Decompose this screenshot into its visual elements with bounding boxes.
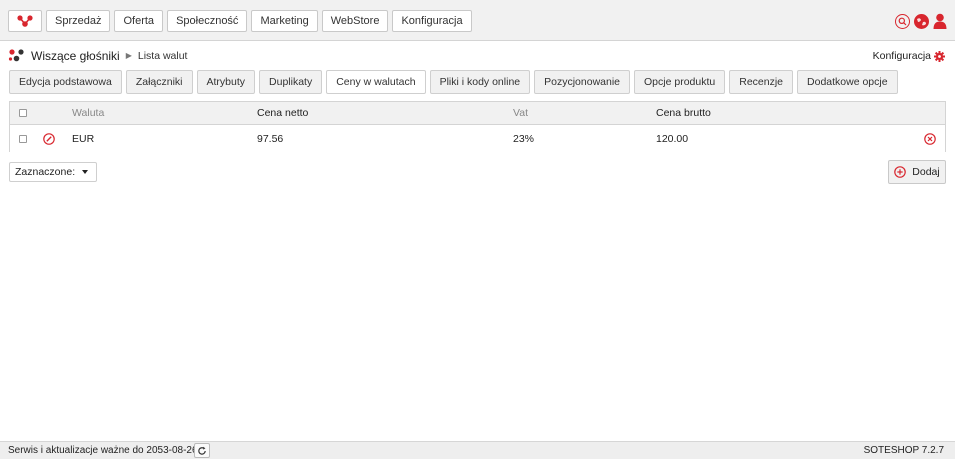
config-link-label: Konfiguracja: [872, 50, 931, 62]
version-label: SOTESHOP 7.2.7: [863, 445, 944, 456]
column-header-cena-brutto[interactable]: Cena brutto: [656, 102, 711, 124]
nav-oferta[interactable]: Oferta: [114, 10, 164, 32]
nav-marketing[interactable]: Marketing: [251, 10, 318, 32]
tab-zalaczniki[interactable]: Załączniki: [125, 70, 193, 94]
product-logo-icon: [8, 49, 24, 62]
refresh-icon: [198, 446, 206, 455]
table-row: EUR 97.56 23% 120.00: [10, 126, 945, 152]
tab-duplikaty[interactable]: Duplikaty: [259, 70, 323, 94]
nav-spolecznosc[interactable]: Społeczność: [167, 10, 248, 32]
selected-action-dropdown[interactable]: Zaznaczone:: [9, 162, 97, 182]
select-all-checkbox[interactable]: [19, 102, 27, 124]
user-icon[interactable]: [933, 13, 947, 29]
breadcrumb: Wiszące głośniki ▶ Lista walut: [8, 48, 187, 63]
soteshop-logo-icon: [17, 15, 33, 27]
top-icons: [895, 13, 947, 29]
column-header-waluta[interactable]: Waluta: [72, 102, 104, 124]
tab-edycja-podstawowa[interactable]: Edycja podstawowa: [9, 70, 122, 94]
cell-cena-netto: 97.56: [257, 133, 284, 145]
search-icon[interactable]: [895, 13, 910, 29]
tab-recenzje[interactable]: Recenzje: [729, 70, 794, 94]
tab-pozycjonowanie[interactable]: Pozycjonowanie: [534, 70, 631, 94]
footer: Serwis i aktualizacje ważne do 2053-08-2…: [0, 441, 955, 459]
nav-webstore[interactable]: WebStore: [321, 10, 389, 32]
nav-sprzedaz[interactable]: Sprzedaż: [46, 10, 111, 32]
product-tabs: Edycja podstawowa Załączniki Atrybuty Du…: [9, 70, 898, 94]
edit-icon[interactable]: [43, 126, 55, 152]
chevron-down-icon: [82, 170, 88, 174]
cell-waluta: EUR: [72, 133, 95, 145]
top-bar: Sprzedaż Oferta Społeczność Marketing We…: [0, 0, 955, 41]
currency-table: Waluta Cena netto Vat Cena brutto EUR 97…: [9, 101, 946, 152]
service-validity-text: Serwis i aktualizacje ważne do 2053-08-2…: [8, 445, 198, 456]
column-header-cena-netto[interactable]: Cena netto: [257, 102, 308, 124]
breadcrumb-product[interactable]: Wiszące głośniki: [31, 49, 120, 63]
selected-action-label: Zaznaczone:: [15, 166, 76, 178]
add-button-label: Dodaj: [912, 166, 940, 178]
tab-atrybuty[interactable]: Atrybuty: [196, 70, 256, 94]
breadcrumb-separator-icon: ▶: [125, 51, 132, 60]
column-header-vat[interactable]: Vat: [513, 102, 528, 124]
cell-cena-brutto: 120.00: [656, 133, 689, 145]
cell-vat: 23%: [513, 133, 535, 145]
nav-konfiguracja[interactable]: Konfiguracja: [392, 10, 472, 32]
row-checkbox[interactable]: [19, 126, 27, 152]
refresh-button[interactable]: [194, 443, 210, 458]
delete-icon[interactable]: [924, 126, 936, 152]
tab-ceny-w-walutach[interactable]: Ceny w walutach: [326, 70, 426, 94]
main-nav: Sprzedaż Oferta Społeczność Marketing We…: [46, 10, 472, 32]
tab-dodatkowe-opcje[interactable]: Dodatkowe opcje: [797, 70, 898, 94]
globe-icon[interactable]: [914, 13, 929, 29]
plus-circle-icon: [894, 166, 907, 178]
config-link[interactable]: Konfiguracja: [873, 50, 945, 62]
tab-opcje-produktu[interactable]: Opcje produktu: [634, 70, 726, 94]
table-header: Waluta Cena netto Vat Cena brutto: [10, 102, 945, 125]
breadcrumb-current: Lista walut: [137, 49, 188, 62]
home-button[interactable]: [8, 10, 42, 32]
tab-pliki-i-kody-online[interactable]: Pliki i kody online: [429, 70, 531, 94]
gear-icon: [934, 50, 945, 62]
add-button[interactable]: Dodaj: [888, 160, 946, 184]
